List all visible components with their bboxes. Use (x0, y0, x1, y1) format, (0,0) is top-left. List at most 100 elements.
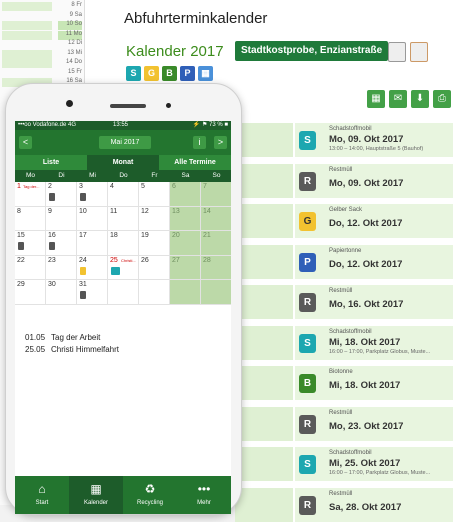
day-cell[interactable]: 4 (108, 182, 139, 207)
event-row[interactable]: P Papiertonne Do, 12. Okt 2017 (235, 244, 453, 279)
tabbar-kalender[interactable]: ▦ Kalender (69, 476, 123, 514)
day-cell[interactable]: 7 (201, 182, 231, 207)
event-type: Gelber Sack (329, 207, 363, 213)
sidebar-day-cell (2, 40, 52, 49)
tab-liste[interactable]: Liste (15, 155, 87, 170)
sidebar-day-label[interactable]: 9 Sa (58, 12, 82, 21)
restmuell-icon (80, 291, 86, 299)
day-cell[interactable]: 24 (77, 255, 108, 280)
restmll-icon: R (299, 171, 316, 191)
day-cell[interactable]: 23 (46, 255, 77, 280)
day-cell[interactable]: 10 (77, 206, 108, 231)
event-card: S Schadstoffmobil Mo, 09. Okt 2017 13:00 – … (293, 123, 453, 157)
event-date-band (235, 406, 293, 441)
day-number: 4 (110, 183, 114, 190)
year-heading: Kalender 2017 (126, 43, 224, 60)
tabbar-start[interactable]: ⌂ Start (15, 476, 69, 514)
day-cell[interactable]: 17 (77, 231, 108, 256)
gelber-sack-icon[interactable]: G (144, 66, 159, 81)
location-button[interactable]: Stadtkostprobe, Enzianstraße (235, 41, 389, 61)
tab-monat[interactable]: Monat (87, 155, 159, 170)
next-month-button[interactable]: > (214, 136, 227, 149)
event-row[interactable]: R Restmüll Mo, 09. Okt 2017 (235, 163, 453, 198)
schadstoff-icon[interactable]: S (126, 66, 141, 81)
papiertonne-icon[interactable]: P (180, 66, 195, 81)
gelbersack-icon: G (299, 212, 316, 231)
day-cell[interactable]: 3 (77, 182, 108, 207)
day-cell[interactable]: 21 (201, 231, 231, 256)
event-row[interactable]: R Restmüll Mo, 16. Okt 2017 (235, 285, 453, 319)
sidebar-day-cell (2, 12, 52, 21)
day-cell[interactable]: 27 (170, 255, 201, 280)
holiday-date: 01.05 (25, 333, 46, 342)
month-grid: Tag der... 1 2 3 4 5 6 7 8 9 10 11 12 13 14 15 16 17 18 19 2… (15, 182, 231, 305)
sidebar-day-label[interactable]: 15 Fr (58, 69, 82, 78)
day-cell[interactable] (201, 280, 231, 305)
sidebar-day-label[interactable]: 8 Fr (58, 2, 82, 11)
event-type: Biotonne (329, 369, 353, 375)
event-detail: 13:00 – 14:00, Hauptstraße 5 (Bauhof) (329, 146, 424, 152)
download-icon[interactable]: ⬇ (411, 90, 429, 108)
day-number: 6 (172, 183, 176, 190)
restmuell-icon (49, 193, 55, 201)
day-cell[interactable]: 31 (77, 280, 108, 305)
info-button[interactable]: i (193, 136, 206, 149)
day-cell[interactable]: 12 (139, 206, 170, 231)
event-row[interactable]: B Biotonne Mi, 18. Okt 2017 (235, 366, 453, 400)
calendar-icon[interactable]: ▦ (198, 66, 213, 81)
prev-month-button[interactable]: < (19, 136, 32, 149)
sidebar-day-label[interactable]: 10 So (58, 21, 82, 30)
day-cell[interactable]: 28 (201, 255, 231, 280)
day-cell[interactable]: Christi... 25 (108, 255, 139, 280)
event-date-band (235, 123, 293, 157)
sidebar-day-label[interactable]: 12 Di (58, 40, 82, 49)
print-icon[interactable]: ⎙ (433, 90, 451, 108)
day-cell[interactable]: 2 (46, 182, 77, 207)
day-cell[interactable]: Tag der... 1 (15, 182, 46, 207)
day-cell[interactable]: 5 (139, 182, 170, 207)
sidebar-day-label[interactable]: 11 Mo (58, 30, 82, 40)
day-cell[interactable]: 26 (139, 255, 170, 280)
sidebar-day-cell (2, 21, 52, 30)
day-cell[interactable]: 20 (170, 231, 201, 256)
day-cell[interactable] (139, 280, 170, 305)
day-cell[interactable]: 6 (170, 182, 201, 207)
tab-alle-termine[interactable]: Alle Termine (159, 155, 231, 170)
sidebar-day-label[interactable]: 13 Mi (58, 50, 82, 59)
day-cell[interactable]: 11 (108, 206, 139, 231)
day-number: 5 (141, 183, 145, 190)
tabbar-mehr[interactable]: ••• Mehr (177, 476, 231, 514)
tabbar-recycling[interactable]: ♻ Recycling (123, 476, 177, 514)
user-bin-icon[interactable] (410, 42, 428, 62)
day-cell[interactable]: 14 (201, 206, 231, 231)
event-row[interactable]: S Schadstoffmobil Mi, 25. Okt 2017 16:00 – … (235, 447, 453, 481)
day-cell[interactable]: 29 (15, 280, 46, 305)
calendar-icon[interactable]: ▦ (367, 90, 385, 108)
event-date: Mi, 25. Okt 2017 (329, 458, 401, 469)
event-row[interactable]: S Schadstoffmobil Mi, 18. Okt 2017 16:00 – … (235, 325, 453, 360)
day-cell[interactable]: 30 (46, 280, 77, 305)
event-date-band (235, 447, 293, 481)
day-cell[interactable]: 16 (46, 231, 77, 256)
month-picker[interactable]: Mai 2017 (99, 136, 151, 149)
restmuell-icon[interactable] (388, 42, 406, 62)
schadstoffmobil-icon: S (299, 455, 316, 474)
day-number: 20 (172, 232, 180, 239)
mail-icon[interactable]: ✉ (389, 90, 407, 108)
day-cell[interactable]: 9 (46, 206, 77, 231)
day-cell[interactable]: 19 (139, 231, 170, 256)
sidebar-day-label[interactable]: 14 Do (58, 59, 82, 68)
event-row[interactable]: G Gelber Sack Do, 12. Okt 2017 (235, 204, 453, 238)
event-detail: 16:00 – 17:00, Parkplatz Globus, Muste..… (329, 348, 431, 355)
event-row[interactable]: R Restmüll Mo, 23. Okt 2017 (235, 406, 453, 441)
day-number: 3 (79, 183, 83, 190)
event-row[interactable]: S Schadstoffmobil Mo, 09. Okt 2017 13:00 – … (235, 123, 453, 157)
day-cell[interactable] (108, 280, 139, 305)
day-cell[interactable]: 8 (15, 206, 46, 231)
day-cell[interactable]: 18 (108, 231, 139, 256)
biotonne-icon[interactable]: B (162, 66, 177, 81)
day-cell[interactable] (170, 280, 201, 305)
day-cell[interactable]: 13 (170, 206, 201, 231)
day-cell[interactable]: 22 (15, 255, 46, 280)
day-cell[interactable]: 15 (15, 231, 46, 256)
